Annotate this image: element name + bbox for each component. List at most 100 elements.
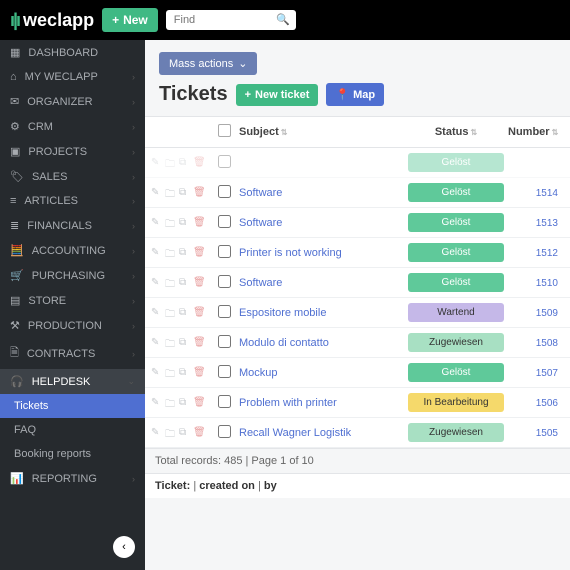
nav-icon: 🧮	[10, 244, 24, 257]
new-button[interactable]: +New	[102, 8, 158, 32]
sidebar-subitem-faq[interactable]: FAQ	[0, 418, 145, 442]
number-link[interactable]: 1506	[536, 398, 558, 409]
folder-icon[interactable]: 🗀	[165, 427, 176, 438]
copy-icon[interactable]: ⧉	[179, 187, 190, 198]
edit-icon[interactable]: ✎	[151, 247, 162, 258]
edit-icon[interactable]: ✎	[151, 187, 162, 198]
edit-icon[interactable]: ✎	[151, 307, 162, 318]
records-footer: Total records: 485 | Page 1 of 10	[145, 448, 570, 473]
row-checkbox[interactable]	[218, 365, 231, 378]
sidebar-item-dashboard[interactable]: ▦DASHBOARD	[0, 40, 145, 65]
sidebar-item-contracts[interactable]: 🗎CONTRACTS›	[0, 338, 145, 369]
copy-icon[interactable]: ⧉	[179, 247, 190, 258]
subject-link[interactable]: Printer is not working	[239, 247, 342, 259]
folder-icon[interactable]: 🗀	[165, 247, 176, 258]
sidebar-item-purchasing[interactable]: 🛒PURCHASING›	[0, 263, 145, 288]
search-icon[interactable]: 🔍	[276, 13, 290, 26]
row-checkbox[interactable]	[218, 395, 231, 408]
sidebar-item-my-weclapp[interactable]: ⌂MY WECLAPP›	[0, 65, 145, 89]
row-checkbox[interactable]	[218, 275, 231, 288]
edit-icon[interactable]: ✎	[151, 427, 162, 438]
folder-icon[interactable]: 🗀	[165, 217, 176, 228]
number-link[interactable]: 1509	[536, 308, 558, 319]
map-button[interactable]: 📍Map	[326, 83, 384, 106]
subject-link[interactable]: Problem with printer	[239, 397, 337, 409]
edit-icon[interactable]: ✎	[151, 367, 162, 378]
search-box: 🔍	[166, 10, 296, 30]
delete-icon[interactable]: 🗑	[193, 427, 204, 438]
sidebar-item-projects[interactable]: ▣PROJECTS›	[0, 139, 145, 164]
subject-link[interactable]: Software	[239, 277, 282, 289]
edit-icon[interactable]: ✎	[151, 397, 162, 408]
folder-icon[interactable]: 🗀	[165, 307, 176, 318]
folder-icon[interactable]: 🗀	[165, 187, 176, 198]
folder-icon[interactable]: 🗀	[165, 157, 176, 168]
sidebar-subitem-booking-reports[interactable]: Booking reports	[0, 442, 145, 466]
copy-icon[interactable]: ⧉	[179, 337, 190, 348]
nav-label: FINANCIALS	[27, 220, 92, 232]
folder-icon[interactable]: 🗀	[165, 277, 176, 288]
row-checkbox[interactable]	[218, 155, 231, 168]
collapse-sidebar-button[interactable]: ‹	[113, 536, 135, 558]
delete-icon[interactable]: 🗑	[193, 397, 204, 408]
subject-link[interactable]: Recall Wagner Logistik	[239, 427, 351, 439]
folder-icon[interactable]: 🗀	[165, 397, 176, 408]
sidebar-item-accounting[interactable]: 🧮ACCOUNTING›	[0, 238, 145, 263]
number-link[interactable]: 1508	[536, 338, 558, 349]
edit-icon[interactable]: ✎	[151, 157, 162, 168]
copy-icon[interactable]: ⧉	[179, 427, 190, 438]
select-all-checkbox[interactable]	[218, 124, 231, 137]
sidebar-item-production[interactable]: ⚒PRODUCTION›	[0, 313, 145, 338]
number-link[interactable]: 1507	[536, 368, 558, 379]
delete-icon[interactable]: 🗑	[193, 247, 204, 258]
delete-icon[interactable]: 🗑	[193, 367, 204, 378]
sidebar-item-store[interactable]: ▤STORE›	[0, 288, 145, 313]
sidebar-item-sales[interactable]: 🏷SALES›	[0, 164, 145, 189]
number-link[interactable]: 1513	[536, 218, 558, 229]
column-subject[interactable]: Subject⇅	[235, 126, 404, 138]
folder-icon[interactable]: 🗀	[165, 367, 176, 378]
sidebar-item-organizer[interactable]: ✉ORGANIZER›	[0, 89, 145, 114]
sidebar-subitem-tickets[interactable]: Tickets	[0, 394, 145, 418]
number-link[interactable]: 1512	[536, 248, 558, 259]
subject-link[interactable]: Modulo di contatto	[239, 337, 329, 349]
new-ticket-button[interactable]: +New ticket	[236, 84, 319, 106]
row-checkbox[interactable]	[218, 215, 231, 228]
subject-link[interactable]: Software	[239, 217, 282, 229]
row-checkbox[interactable]	[218, 245, 231, 258]
folder-icon[interactable]: 🗀	[165, 337, 176, 348]
sidebar-item-helpdesk[interactable]: 🎧HELPDESK⌄	[0, 369, 145, 394]
row-checkbox[interactable]	[218, 305, 231, 318]
subject-link[interactable]: Mockup	[239, 367, 278, 379]
sidebar-item-crm[interactable]: ⚙CRM›	[0, 114, 145, 139]
number-link[interactable]: 1514	[536, 188, 558, 199]
delete-icon[interactable]: 🗑	[193, 307, 204, 318]
edit-icon[interactable]: ✎	[151, 277, 162, 288]
row-checkbox[interactable]	[218, 335, 231, 348]
delete-icon[interactable]: 🗑	[193, 217, 204, 228]
mass-actions-button[interactable]: Mass actions⌄	[159, 52, 257, 75]
sidebar-item-financials[interactable]: ≣FINANCIALS›	[0, 213, 145, 238]
edit-icon[interactable]: ✎	[151, 337, 162, 348]
row-checkbox[interactable]	[218, 425, 231, 438]
copy-icon[interactable]: ⧉	[179, 217, 190, 228]
number-link[interactable]: 1510	[536, 278, 558, 289]
copy-icon[interactable]: ⧉	[179, 367, 190, 378]
column-number[interactable]: Number⇅	[508, 126, 564, 138]
number-link[interactable]: 1505	[536, 428, 558, 439]
sidebar-item-reporting[interactable]: 📊REPORTING›	[0, 466, 145, 491]
copy-icon[interactable]: ⧉	[179, 307, 190, 318]
copy-icon[interactable]: ⧉	[179, 397, 190, 408]
edit-icon[interactable]: ✎	[151, 217, 162, 228]
copy-icon[interactable]: ⧉	[179, 277, 190, 288]
column-status[interactable]: Status⇅	[404, 126, 508, 138]
delete-icon[interactable]: 🗑	[193, 337, 204, 348]
subject-link[interactable]: Software	[239, 187, 282, 199]
row-checkbox[interactable]	[218, 185, 231, 198]
delete-icon[interactable]: 🗑	[193, 157, 204, 168]
delete-icon[interactable]: 🗑	[193, 277, 204, 288]
delete-icon[interactable]: 🗑	[193, 187, 204, 198]
sidebar-item-articles[interactable]: ≡ARTICLES›	[0, 189, 145, 213]
copy-icon[interactable]: ⧉	[179, 157, 190, 168]
subject-link[interactable]: Espositore mobile	[239, 307, 326, 319]
